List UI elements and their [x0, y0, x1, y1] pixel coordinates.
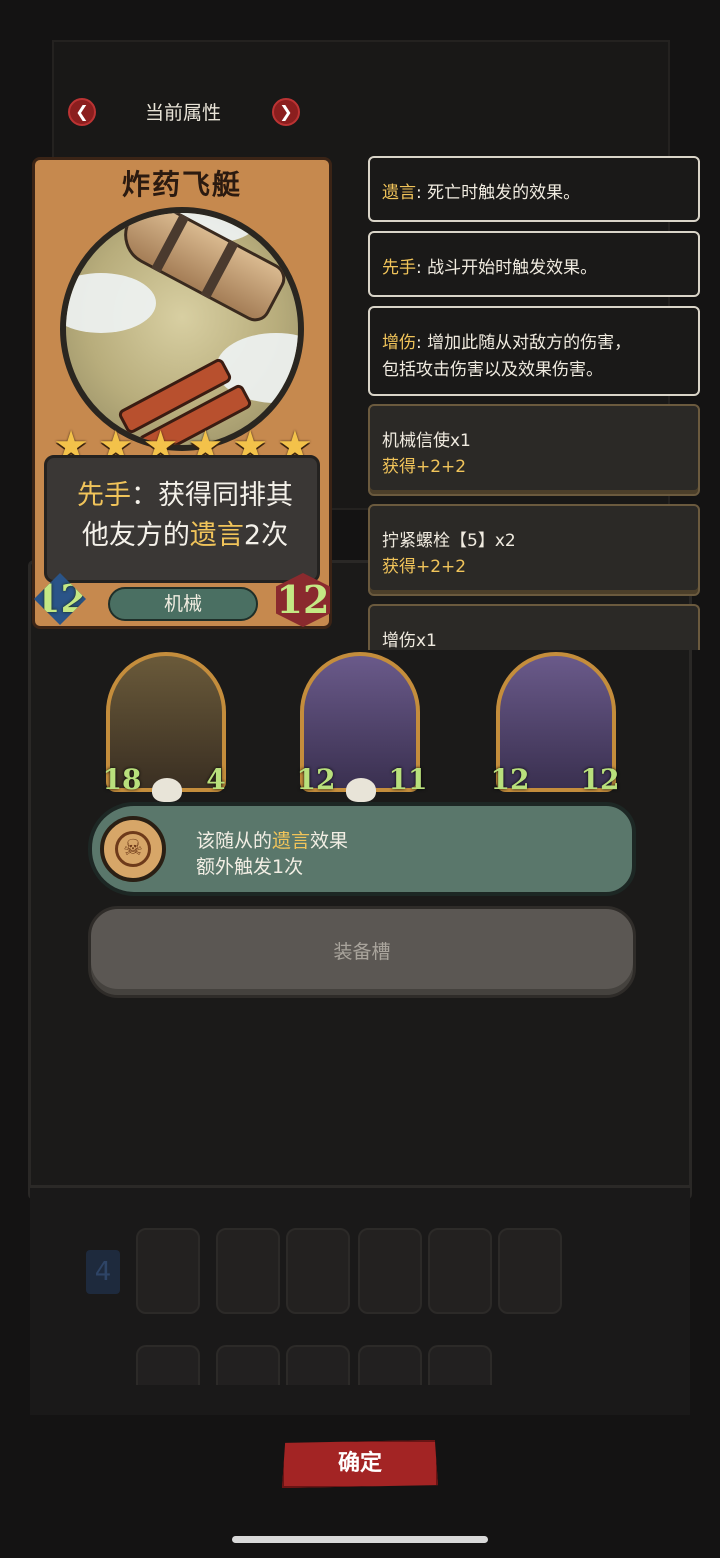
ability-text: 先手：获得同排其 他友方的遗言2次 — [77, 480, 293, 551]
card-portrait — [60, 207, 304, 451]
chevron-left-icon: ❮ — [75, 102, 89, 121]
page-title: 当前属性 — [144, 102, 221, 124]
confirm-button[interactable]: 确定 — [282, 1440, 438, 1488]
unit-card: 炸药飞艇 ★ ★ ★ ★ ★ ★ 先手：获得同排其 他友方的遗言2次 12 机械… — [28, 155, 336, 630]
background-minion-slot — [216, 1228, 280, 1314]
background-minion-slot — [286, 1345, 350, 1385]
keyword-info-deathrattle: 遗言: 死亡时触发的效果。 — [368, 156, 700, 222]
background-minion-slot — [498, 1228, 562, 1314]
tribe-label: 机械 — [108, 587, 258, 621]
minion-health: 12 — [580, 763, 620, 796]
card-name: 炸药飞艇 — [121, 168, 242, 201]
background-minion-slot — [428, 1228, 492, 1314]
background-minion-slot — [216, 1345, 280, 1385]
equipment-slot-button[interactable]: 装备槽 — [88, 906, 636, 998]
background-minion-slot — [136, 1228, 200, 1314]
cloud-shape — [66, 273, 156, 333]
buff-item: 增伤x1 — [368, 604, 700, 651]
keyword-info-first-strike: 先手: 战斗开始时触发效果。 — [368, 231, 700, 297]
buff-item: 拧紧螺栓【5】x2 获得+2+2 — [368, 504, 700, 596]
chevron-right-icon: ❯ — [279, 102, 293, 121]
buff-item: 机械信使x1 获得+2+2 — [368, 404, 700, 496]
skull-icon — [346, 778, 376, 802]
home-indicator[interactable] — [232, 1536, 488, 1543]
minion-health: 4 — [206, 763, 226, 796]
keyword-info-damage-boost: 增伤: 增加此随从对敌方的伤害， 包括攻击伤害以及效果伤害。 — [368, 306, 700, 396]
minion-attack: 12 — [490, 763, 530, 796]
background-minion-slot — [358, 1228, 422, 1314]
background-minion-slot — [358, 1345, 422, 1385]
skull-icon — [152, 778, 182, 802]
minion-attack: 18 — [102, 763, 142, 796]
background-tier-tag: 4 — [86, 1250, 120, 1294]
minion-health: 11 — [388, 763, 428, 796]
skull-medallion-icon: ☠ — [100, 816, 166, 882]
next-arrow-button[interactable]: ❯ — [272, 98, 300, 126]
prev-arrow-button[interactable]: ❮ — [68, 98, 96, 126]
effect-tooltip: ☠ 该随从的遗言效果 额外触发1次 — [88, 802, 636, 896]
ability-box: 先手：获得同排其 他友方的遗言2次 — [44, 455, 320, 583]
minion-attack: 12 — [296, 763, 336, 796]
background-minion-slot — [286, 1228, 350, 1314]
background-minion-slot — [136, 1345, 200, 1385]
background-minion-slot — [428, 1345, 492, 1385]
